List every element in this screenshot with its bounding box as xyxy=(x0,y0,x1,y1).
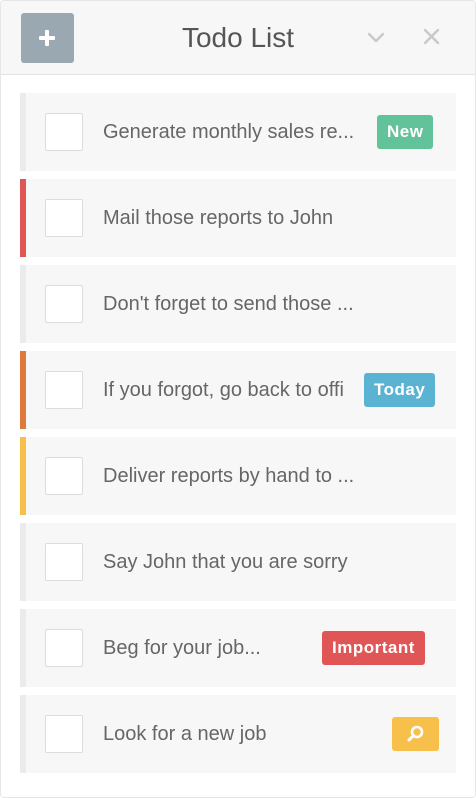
todo-text[interactable]: Look for a new job xyxy=(103,695,363,773)
todo-checkbox[interactable] xyxy=(45,285,83,323)
todo-checkbox[interactable] xyxy=(45,371,83,409)
search-button[interactable] xyxy=(392,717,439,751)
todo-checkbox[interactable] xyxy=(45,199,83,237)
todo-text[interactable]: Generate monthly sales re... xyxy=(103,93,375,171)
todo-item: If you forgot, go back to offi Today xyxy=(20,351,456,429)
badge-today: Today xyxy=(364,373,436,407)
badge-new: New xyxy=(377,115,434,149)
todo-widget: Todo List Generate monthly sales re... N… xyxy=(0,0,476,798)
todo-text[interactable]: Beg for your job... xyxy=(103,609,323,687)
todo-checkbox[interactable] xyxy=(45,715,83,753)
todo-text[interactable]: Don't forget to send those ... xyxy=(103,265,443,343)
todo-item: Generate monthly sales re... New xyxy=(20,93,456,171)
todo-item: Mail those reports to John xyxy=(20,179,456,257)
close-icon xyxy=(423,28,440,45)
close-button[interactable] xyxy=(422,27,442,47)
todo-checkbox[interactable] xyxy=(45,113,83,151)
todo-item: Beg for your job... Important xyxy=(20,609,456,687)
todo-item: Say John that you are sorry xyxy=(20,523,456,601)
todo-item: Deliver reports by hand to ... xyxy=(20,437,456,515)
chevron-down-icon xyxy=(367,32,385,43)
todo-item: Don't forget to send those ... xyxy=(20,265,456,343)
todo-text[interactable]: Deliver reports by hand to ... xyxy=(103,437,443,515)
todo-checkbox[interactable] xyxy=(45,629,83,667)
todo-text[interactable]: Say John that you are sorry xyxy=(103,523,443,601)
add-todo-button[interactable] xyxy=(21,13,74,63)
widget-header: Todo List xyxy=(1,1,475,75)
search-icon xyxy=(407,725,424,742)
todo-text[interactable]: If you forgot, go back to offi xyxy=(103,351,373,429)
widget-title: Todo List xyxy=(181,22,295,53)
todo-checkbox[interactable] xyxy=(45,457,83,495)
todo-item: Look for a new job xyxy=(20,695,456,773)
collapse-button[interactable] xyxy=(366,27,386,47)
badge-important: Important xyxy=(322,631,425,665)
todo-text[interactable]: Mail those reports to John xyxy=(103,179,443,257)
todo-checkbox[interactable] xyxy=(45,543,83,581)
